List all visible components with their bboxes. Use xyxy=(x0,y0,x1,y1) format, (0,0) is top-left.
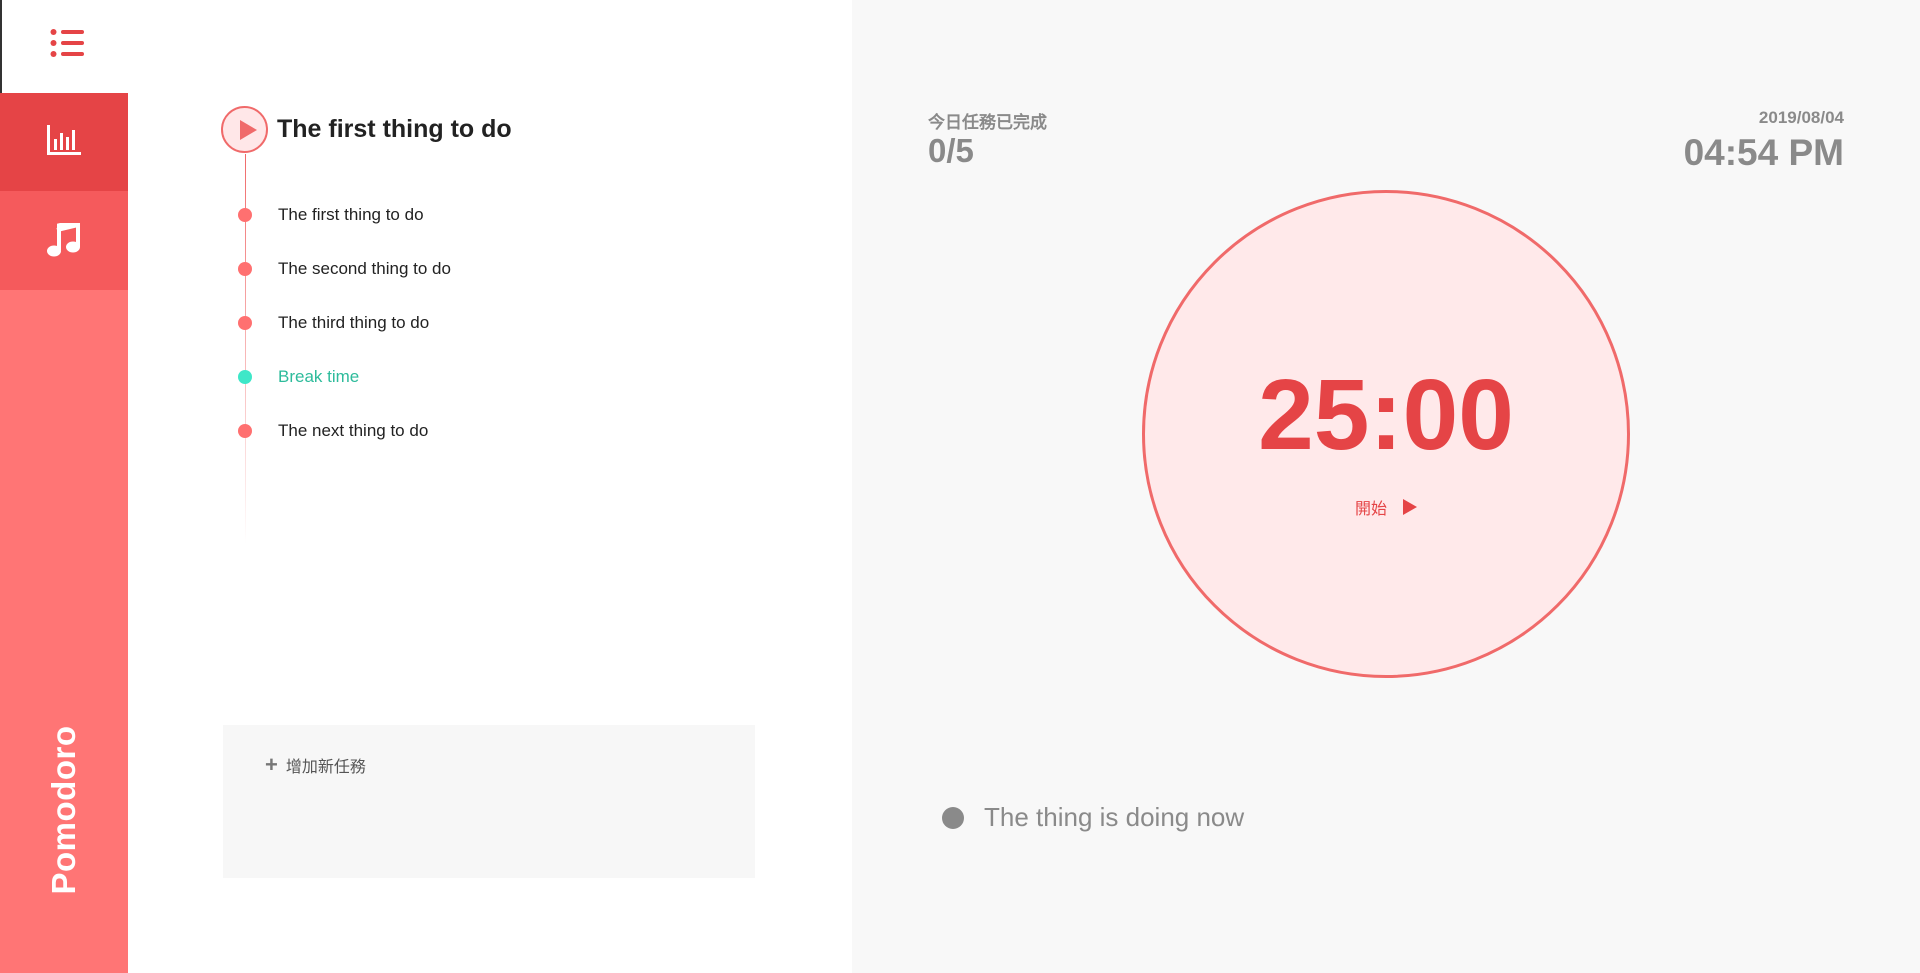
current-date: 2019/08/04 xyxy=(1758,108,1844,127)
nav-music-button[interactable] xyxy=(0,191,128,290)
task-label: The next thing to do xyxy=(278,421,429,440)
add-task-button[interactable]: + 增加新任務 xyxy=(265,753,366,777)
status-dot-icon xyxy=(942,806,964,829)
task-item[interactable]: The next thing to do xyxy=(238,404,451,458)
app-brand: Pomodoro xyxy=(45,725,82,895)
task-item[interactable]: The third thing to do xyxy=(238,296,451,350)
progress-value: 0/5 xyxy=(928,132,974,169)
play-icon xyxy=(1403,499,1417,515)
now-doing-label: The thing is doing now xyxy=(984,802,1245,832)
task-label: The second thing to do xyxy=(278,259,451,278)
task-dot-icon xyxy=(238,424,252,438)
nav-stats-button[interactable] xyxy=(0,93,128,191)
timer-circle: 25:00 開始 xyxy=(1142,190,1630,678)
plus-icon: + xyxy=(265,752,278,777)
break-item[interactable]: Break time xyxy=(238,350,451,404)
task-dot-icon xyxy=(238,208,252,222)
countdown-display: 25:00 xyxy=(1258,359,1514,471)
task-dot-icon xyxy=(238,316,252,330)
add-task-box: + 增加新任務 xyxy=(223,725,755,878)
sidebar: Pomodoro xyxy=(0,0,128,973)
task-list: The first thing to do The second thing t… xyxy=(238,188,451,458)
break-dot-icon xyxy=(238,370,252,384)
start-label: 開始 xyxy=(1354,501,1387,518)
task-dot-icon xyxy=(238,262,252,276)
task-label: The first thing to do xyxy=(278,205,424,224)
task-item[interactable]: The first thing to do xyxy=(238,188,451,242)
now-doing: The thing is doing now xyxy=(942,802,1244,833)
task-label: The third thing to do xyxy=(278,313,430,332)
menu-button[interactable] xyxy=(0,0,128,93)
music-note-icon xyxy=(47,223,80,257)
task-panel: The first thing to do The first thing to… xyxy=(128,0,852,973)
list-icon xyxy=(50,29,84,57)
start-button[interactable]: 開始 xyxy=(1145,495,1627,519)
add-task-label: 增加新任務 xyxy=(285,759,366,776)
bar-chart-icon xyxy=(47,125,81,155)
current-task-title: The first thing to do xyxy=(277,114,512,143)
current-time: 04:54 PM xyxy=(1683,132,1844,173)
task-label: Break time xyxy=(278,367,360,386)
progress-label: 今日任務已完成 xyxy=(928,113,1047,132)
current-task: The first thing to do xyxy=(221,104,512,154)
play-icon[interactable] xyxy=(221,105,268,153)
timer-panel: 今日任務已完成 0/5 2019/08/04 04:54 PM 25:00 開始… xyxy=(852,0,1920,973)
task-item[interactable]: The second thing to do xyxy=(238,242,451,296)
app-root: Pomodoro The first thing to do The first… xyxy=(0,0,1920,973)
